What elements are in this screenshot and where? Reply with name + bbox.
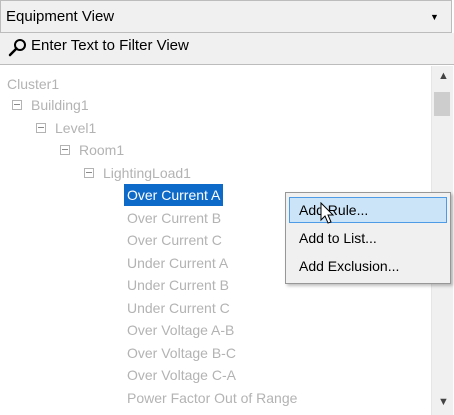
tree-node-cluster[interactable]: Cluster1 [7,73,59,95]
collapse-icon[interactable] [84,168,94,178]
dropdown-arrow-icon[interactable]: ▼ [430,12,439,22]
tree-node-rule[interactable]: Over Voltage B-C [127,342,236,364]
tree-node-rule[interactable]: Under Current C [127,297,230,319]
tree-node-rule[interactable]: Over Voltage C-A [127,364,236,386]
view-selector-dropdown[interactable]: Equipment View ▼ [0,0,452,33]
filter-input[interactable]: Enter Text to Filter View [31,37,189,54]
collapse-icon[interactable] [12,100,22,110]
filter-bar[interactable]: Enter Text to Filter View [0,33,454,65]
magnifier-icon [8,39,26,57]
tree-node-building[interactable]: Building1 [31,94,89,116]
menu-item-add-to-list[interactable]: Add to List... [289,225,447,251]
tree-node-rule[interactable]: Over Voltage A-B [127,319,234,341]
tree-node-rule[interactable]: Over Current B [127,207,221,229]
scroll-up-icon[interactable]: ▲ [438,70,449,82]
tree-node-rule[interactable]: Under Current A [127,252,228,274]
tree-node-rule[interactable]: Power Factor Out of Range [127,387,297,409]
view-selector-value: Equipment View [6,8,115,25]
mouse-pointer-icon [320,202,335,224]
tree-node-room[interactable]: Room1 [79,139,124,161]
context-menu: Add Rule... Add to List... Add Exclusion… [285,192,451,284]
collapse-icon[interactable] [60,145,70,155]
scroll-down-icon[interactable]: ▼ [438,396,449,408]
collapse-icon[interactable] [36,123,46,133]
scroll-thumb[interactable] [434,92,450,116]
tree-node-rule[interactable]: Under Current B [127,274,229,296]
menu-item-add-exclusion[interactable]: Add Exclusion... [289,253,447,279]
tree-node-rule[interactable]: Over Current A [124,184,224,206]
menu-item-add-rule[interactable]: Add Rule... [289,197,447,223]
tree-node-rule[interactable]: Over Current C [127,229,222,251]
tree-node-load[interactable]: LightingLoad1 [103,162,191,184]
tree-node-level[interactable]: Level1 [55,117,96,139]
